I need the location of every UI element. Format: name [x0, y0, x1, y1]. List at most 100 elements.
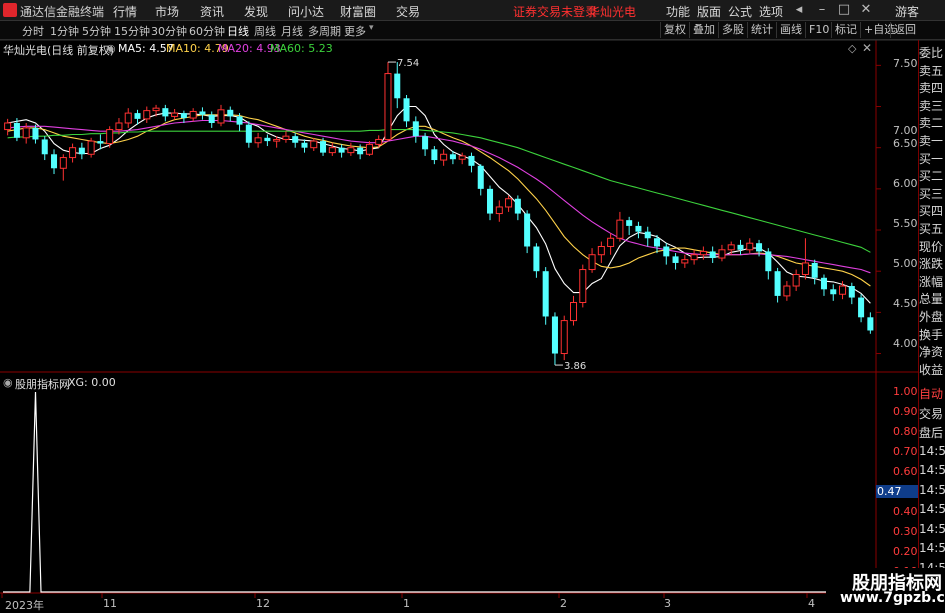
candle-body-up [681, 259, 689, 264]
price-tick: 5.00 [893, 257, 918, 270]
candle-body-down [357, 147, 364, 155]
candle-body-up [143, 110, 151, 120]
quote-field-label: 现价 [919, 239, 944, 254]
candle-body-down [97, 141, 104, 144]
date-tick: 12 [256, 597, 270, 610]
candle-body-up [495, 206, 503, 215]
quote-field-label: 涨幅 [919, 274, 944, 289]
candle-body-up [783, 285, 791, 297]
quote-field-label: 买五 [919, 222, 944, 236]
candle-body-down [626, 220, 633, 226]
candle-body-up [718, 249, 726, 259]
ma-line-ma10 [7, 114, 871, 287]
candle-body-up [616, 219, 624, 239]
candle-body-down [533, 246, 540, 272]
candle-body-up [727, 244, 735, 251]
trade-panel-label[interactable]: 自动 [919, 385, 945, 402]
candle-body-down [227, 109, 234, 117]
candle-body-down [78, 147, 85, 155]
candle-body-down [653, 238, 661, 247]
trade-panel-label: 交易 [919, 406, 944, 421]
candle-body-up [59, 157, 67, 169]
trade-panel-label: 盘后 [919, 426, 944, 440]
quote-field-label: 买四 [919, 204, 944, 219]
candle-body-down [765, 251, 772, 272]
quote-field-label: 卖一 [919, 134, 944, 148]
candle-body-down [867, 317, 874, 331]
candle-body-up [347, 147, 355, 154]
candle-body-down [32, 127, 39, 140]
candle-body-up [310, 140, 318, 149]
candle-body-down [737, 244, 744, 250]
candle-body-down [756, 243, 763, 252]
date-tick: 11 [103, 597, 117, 610]
candle-body-down [449, 154, 456, 160]
tick-time: 14:56 [919, 502, 945, 516]
candle-body-up [505, 198, 513, 208]
quote-field-label: 买一 [919, 151, 944, 166]
candle-body-up [171, 112, 179, 117]
tick-time: 14:56 [919, 521, 945, 536]
candle-body-up [375, 138, 383, 145]
candle-body-up [152, 107, 160, 112]
high-price-label: 7.54 [397, 58, 419, 69]
candle-body-down [524, 213, 531, 247]
candle-body-up [569, 301, 578, 322]
xg-signal-line [3, 391, 875, 593]
candle-body-up [746, 242, 754, 251]
candle-body-down [635, 225, 642, 232]
candle-body-up [217, 109, 225, 124]
quote-field-label: 涨跌 [919, 257, 944, 272]
date-tick: 2 [560, 597, 567, 610]
candle-body-down [848, 286, 855, 298]
candle-body-up [273, 138, 281, 142]
candle-body-up [792, 273, 800, 287]
candle-body-down [292, 136, 299, 143]
sub-tick: 0.20 [893, 545, 918, 558]
candle-body-up [839, 285, 847, 295]
kline-chart[interactable]: 7.54 3.86 [0, 0, 945, 609]
quote-field-label: 委比 [919, 46, 944, 60]
quote-field-label: 卖五 [919, 63, 944, 78]
watermark-url: www.7gpzb.com [840, 590, 945, 606]
quote-field-label: 总量 [919, 292, 944, 307]
quote-field-label: 买三 [919, 186, 944, 201]
candle-body-up [440, 153, 448, 161]
sub-tick: 0.40 [893, 505, 918, 518]
candle-body-down [820, 277, 827, 290]
sub-tick: 1.00 [893, 385, 918, 398]
price-tick: 7.50 [893, 57, 918, 70]
quote-field-label: 换手 [919, 327, 944, 342]
candle-body-up [87, 140, 95, 155]
candle-body-up [282, 135, 290, 140]
candle-body-down [514, 198, 521, 214]
candle-body-up [106, 129, 114, 145]
date-tick: 3 [664, 597, 671, 610]
candle-body-down [774, 271, 781, 296]
ma-line-ma60 [7, 129, 871, 253]
candle-body-down [264, 137, 271, 142]
candle-body-down [487, 188, 494, 214]
candle-body-up [115, 122, 123, 131]
candle-body-up [597, 245, 605, 256]
candle-body-down [199, 111, 206, 115]
sub-tick: 0.70 [893, 445, 918, 458]
candle-body-down [134, 113, 141, 119]
candle-body-down [208, 114, 215, 123]
price-tick: 5.50 [893, 217, 918, 230]
candle-body-up [4, 122, 12, 131]
candle-body-up [124, 112, 132, 124]
price-tick: 4.50 [893, 297, 918, 310]
candle-body-down [858, 297, 865, 318]
candle-body-down [394, 73, 401, 99]
candle-body-down [672, 256, 679, 263]
current-value-badge: 0.47 [876, 485, 919, 498]
candle-body-down [51, 154, 58, 169]
candle-body-down [338, 147, 345, 153]
tick-time: 14:56 [919, 463, 945, 477]
quote-field-label: 卖二 [919, 116, 944, 131]
candle-body-up [579, 269, 587, 303]
candle-body-up [690, 254, 698, 261]
candle-body-up [22, 127, 30, 139]
sub-tick: 0.80 [893, 425, 918, 438]
